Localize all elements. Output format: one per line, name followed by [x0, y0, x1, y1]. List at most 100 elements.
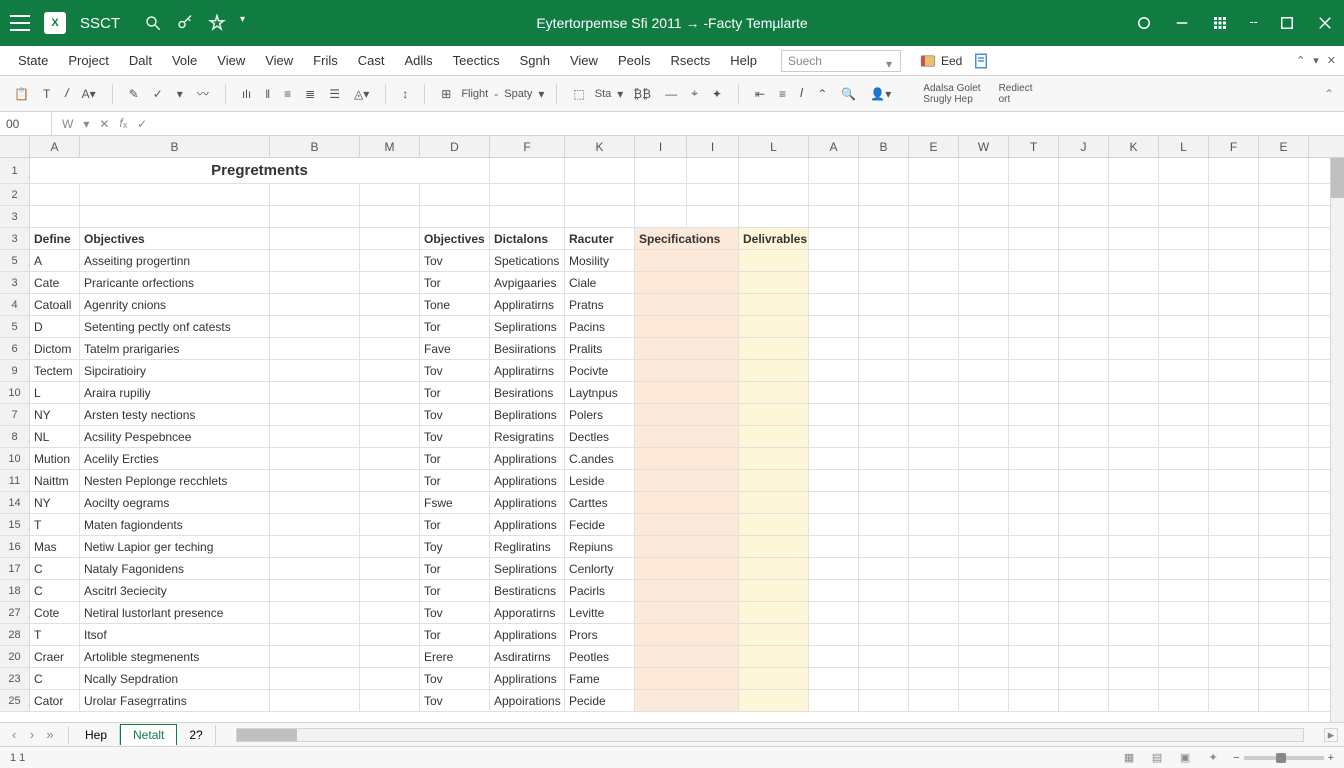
cell[interactable]	[270, 426, 360, 447]
cell[interactable]	[1259, 602, 1309, 623]
cell[interactable]: Fswe	[420, 492, 490, 513]
cell[interactable]	[270, 624, 360, 645]
cell[interactable]: Ciale	[565, 272, 635, 293]
cell[interactable]	[1009, 514, 1059, 535]
cell[interactable]	[1159, 492, 1209, 513]
cell[interactable]: Tov	[420, 404, 490, 425]
col-header[interactable]: A	[809, 136, 859, 157]
cell[interactable]: Applirations	[490, 514, 565, 535]
cell[interactable]	[909, 558, 959, 579]
cell[interactable]	[959, 690, 1009, 711]
cell[interactable]: L	[30, 382, 80, 403]
cell[interactable]	[1209, 250, 1259, 271]
menu-peols[interactable]: Peols	[608, 49, 661, 72]
cell[interactable]: Define	[30, 228, 80, 249]
cell[interactable]	[1259, 668, 1309, 689]
cell[interactable]	[1109, 404, 1159, 425]
cell[interactable]	[1059, 668, 1109, 689]
cell[interactable]	[1259, 338, 1309, 359]
cell[interactable]	[1209, 558, 1259, 579]
cell[interactable]	[1159, 316, 1209, 337]
cell[interactable]	[859, 624, 909, 645]
cell[interactable]	[635, 580, 739, 601]
cell[interactable]	[635, 158, 687, 183]
cell[interactable]	[809, 294, 859, 315]
cell[interactable]	[1109, 668, 1159, 689]
cell[interactable]	[739, 426, 809, 447]
cell[interactable]	[859, 426, 909, 447]
cell[interactable]	[1059, 228, 1109, 249]
cell[interactable]: Netiw Lapior ger teching	[80, 536, 270, 557]
cell[interactable]	[1209, 360, 1259, 381]
cell[interactable]: Asseiting progertinn	[80, 250, 270, 271]
cell[interactable]	[1009, 184, 1059, 205]
cell[interactable]: Erere	[420, 646, 490, 667]
cell[interactable]: Tatelm prarigaries	[80, 338, 270, 359]
cell[interactable]	[1109, 558, 1159, 579]
cell[interactable]: Pralits	[565, 338, 635, 359]
cell[interactable]	[809, 602, 859, 623]
menu-state[interactable]: State	[8, 49, 58, 72]
cell[interactable]: Carttes	[565, 492, 635, 513]
cell[interactable]	[1059, 690, 1109, 711]
cell[interactable]: Ncally Sepdration	[80, 668, 270, 689]
cell[interactable]	[859, 514, 909, 535]
currency-icon[interactable]: ₿₿	[629, 85, 655, 103]
row-header[interactable]: 10	[0, 448, 30, 469]
cell[interactable]: Dictom	[30, 338, 80, 359]
cell[interactable]: Araira rupiliy	[80, 382, 270, 403]
cell[interactable]	[859, 690, 909, 711]
cell[interactable]	[959, 294, 1009, 315]
cell[interactable]: Tor	[420, 514, 490, 535]
cell[interactable]: Nataly Fagonidens	[80, 558, 270, 579]
cell[interactable]: Seplirations	[490, 558, 565, 579]
cell[interactable]	[1259, 470, 1309, 491]
col-header[interactable]: L	[739, 136, 809, 157]
cell[interactable]	[1009, 426, 1059, 447]
key-icon[interactable]	[176, 14, 194, 32]
menu-cast[interactable]: Cast	[348, 49, 395, 72]
cell[interactable]: Sipciratioiry	[80, 360, 270, 381]
cell[interactable]: Tor	[420, 580, 490, 601]
menu-view[interactable]: View	[255, 49, 303, 72]
pause-icon[interactable]: ‖	[261, 85, 274, 103]
col-header[interactable]: F	[1209, 136, 1259, 157]
cell[interactable]	[1209, 184, 1259, 205]
cell[interactable]	[1109, 426, 1159, 447]
cell[interactable]	[739, 272, 809, 293]
cell[interactable]	[809, 228, 859, 249]
cell[interactable]	[1109, 624, 1159, 645]
cell[interactable]: Besirations	[490, 382, 565, 403]
cell[interactable]	[1259, 426, 1309, 447]
cell[interactable]	[1259, 206, 1309, 227]
cell[interactable]	[1009, 404, 1059, 425]
menu-eed[interactable]: Eed	[919, 52, 962, 70]
row-header[interactable]: 9	[0, 360, 30, 381]
font-box[interactable]: T	[39, 85, 54, 103]
cell[interactable]	[1109, 272, 1159, 293]
cell[interactable]	[1059, 184, 1109, 205]
cell[interactable]	[959, 158, 1009, 183]
cell[interactable]	[959, 426, 1009, 447]
cell[interactable]	[635, 382, 739, 403]
cell[interactable]	[739, 382, 809, 403]
cell[interactable]	[1209, 668, 1259, 689]
cell[interactable]	[859, 250, 909, 271]
cell[interactable]: C	[30, 580, 80, 601]
row-header[interactable]: 16	[0, 536, 30, 557]
cell[interactable]	[565, 206, 635, 227]
cell[interactable]	[739, 646, 809, 667]
cell[interactable]	[270, 602, 360, 623]
maximize-button[interactable]	[1278, 14, 1296, 32]
cell[interactable]	[809, 536, 859, 557]
cell[interactable]	[959, 624, 1009, 645]
cell[interactable]	[959, 646, 1009, 667]
row-header[interactable]: 17	[0, 558, 30, 579]
cell[interactable]	[270, 536, 360, 557]
vertical-align-icon[interactable]: ↕	[398, 85, 412, 103]
cell[interactable]: Tor	[420, 272, 490, 293]
cell[interactable]: Repiuns	[565, 536, 635, 557]
cell[interactable]	[360, 448, 420, 469]
cell[interactable]	[809, 426, 859, 447]
cell[interactable]: Tov	[420, 250, 490, 271]
